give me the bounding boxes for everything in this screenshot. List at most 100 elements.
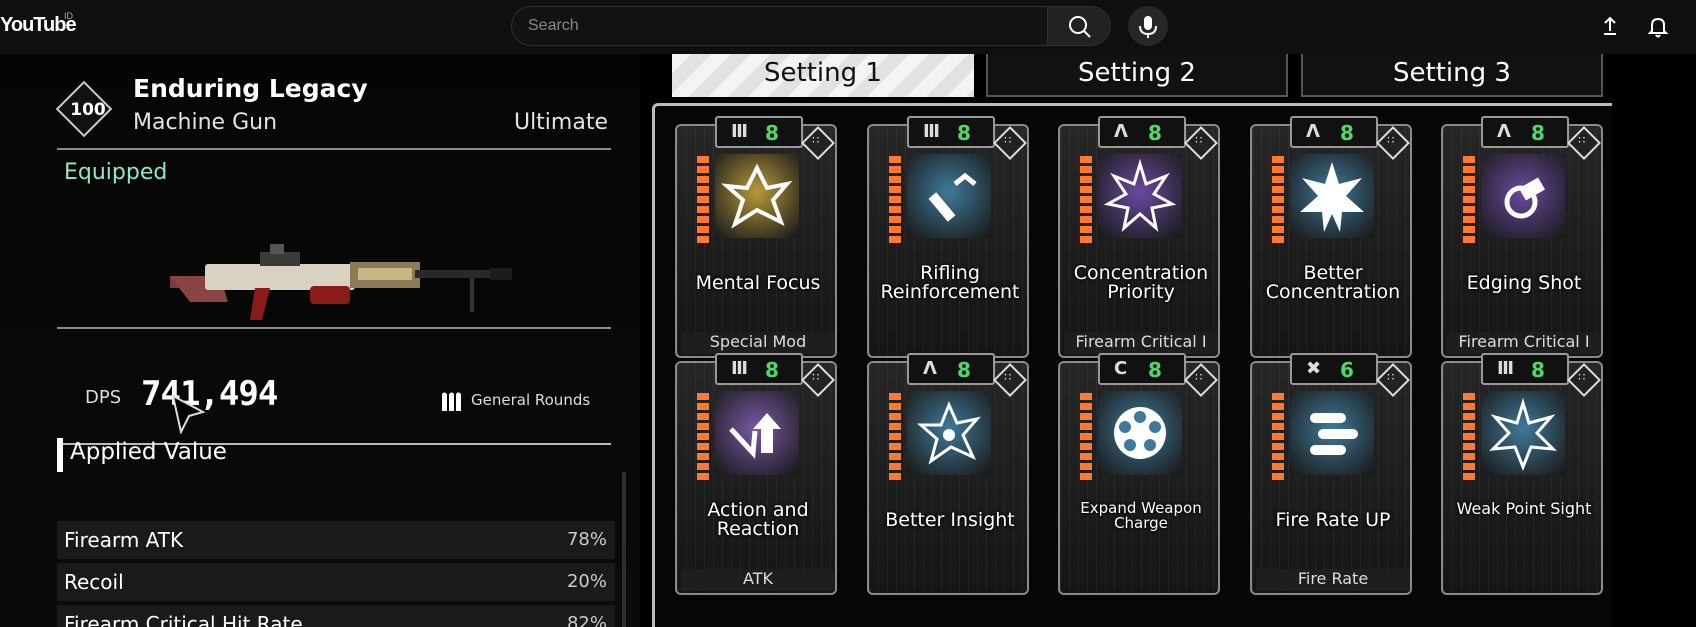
mod-art <box>1481 154 1565 238</box>
notifications-button[interactable] <box>1644 12 1672 40</box>
mod-name: Better Concentration <box>1265 262 1401 303</box>
mod-card[interactable]: Λ 8 ∷ Edging Shot Firearm Critical I <box>1441 116 1603 358</box>
mod-capacity: Λ8 <box>1481 116 1569 148</box>
mod-card[interactable]: Ⅲ 8 ∷ Weak Point Sight <box>1441 353 1603 595</box>
weapon-grade: Ultimate <box>513 110 608 135</box>
mod-name: Concentration Priority <box>1073 262 1209 303</box>
stats-scrollbar[interactable] <box>622 472 626 627</box>
socket-type-icon: ∷ <box>993 126 1027 160</box>
socket-type-icon: ∷ <box>801 363 835 397</box>
mod-art <box>1290 154 1374 238</box>
mod-art <box>715 391 799 475</box>
mod-art <box>1481 391 1565 475</box>
mod-card[interactable]: C 8 ∷ Expand Weapon Charge <box>1058 353 1220 595</box>
stat-label: Firearm ATK <box>64 528 184 552</box>
mod-capacity-value: 8 <box>765 358 779 382</box>
tab-setting-1[interactable]: Setting 1 <box>672 54 974 97</box>
socket-type-icon: ∷ <box>1567 363 1601 397</box>
mod-icon <box>1310 413 1358 455</box>
stat-value: 78% <box>566 529 607 550</box>
mod-capacity-value: 6 <box>1340 358 1354 382</box>
machine-gun-image <box>170 244 512 320</box>
tab-setting-2[interactable]: Setting 2 <box>986 54 1288 97</box>
mod-icon <box>729 413 781 459</box>
stat-value: 20% <box>566 571 607 592</box>
socket-type-icon: ∷ <box>1184 126 1218 160</box>
socket-type-icon: ∷ <box>993 363 1027 397</box>
mod-card[interactable]: Λ 8 ∷ Better Concentration <box>1250 116 1412 358</box>
mod-icon <box>917 401 982 465</box>
stat-row: Firearm Critical Hit Rate 82% <box>57 605 615 627</box>
voice-search-button[interactable] <box>1128 6 1168 46</box>
search-button[interactable] <box>1047 6 1111 46</box>
mod-name: Edging Shot <box>1466 272 1582 294</box>
mod-level-gauge <box>1463 156 1475 244</box>
chevron-icon: Λ <box>1497 121 1511 142</box>
dps-label: DPS <box>85 387 122 408</box>
stat-row: Recoil 20% <box>57 563 615 601</box>
weapon-name: Enduring Legacy <box>133 74 368 103</box>
mouse-cursor-icon <box>171 394 206 434</box>
weapon-panel: 100 Enduring Legacy Machine Gun Ultimate… <box>0 54 640 627</box>
mod-level-gauge <box>1080 156 1092 244</box>
mod-subtype: Fire Rate <box>1256 569 1410 591</box>
mod-name: Expand Weapon Charge <box>1080 499 1202 532</box>
mod-capacity-value: 8 <box>765 121 779 145</box>
mod-card[interactable]: Λ 8 ∷ Better Insight <box>867 353 1029 595</box>
mod-name: Weak Point Sight <box>1456 499 1592 518</box>
mod-name: Mental Focus <box>695 272 821 294</box>
socket-type-icon: ∷ <box>1376 126 1410 160</box>
mod-art <box>1098 154 1182 238</box>
mod-level-gauge <box>1272 393 1284 481</box>
search-input[interactable] <box>528 7 1028 45</box>
mod-capacity-value: 8 <box>1148 358 1162 382</box>
bars-icon: Ⅲ <box>923 121 941 142</box>
section-marker <box>57 438 63 472</box>
mod-card[interactable]: Ⅲ 8 ∷ Mental Focus Special Mod <box>675 116 837 358</box>
mod-art <box>1098 391 1182 475</box>
mod-card[interactable]: Ⅲ 8 ∷ Rifling Reinforcement <box>867 116 1029 358</box>
region-code: ID <box>64 11 73 21</box>
chevron-icon: Λ <box>1306 121 1320 142</box>
mod-capacity: Ⅲ8 <box>715 353 803 385</box>
mod-card[interactable]: ✖ 6 ∷ Fire Rate UP Fire Rate <box>1250 353 1412 595</box>
socket-type-icon: ∷ <box>1567 126 1601 160</box>
mod-icon <box>1103 158 1177 233</box>
applied-value-title: Applied Value <box>70 439 227 465</box>
mod-name: Better Insight <box>885 509 1015 531</box>
mod-icon <box>1504 177 1546 219</box>
mod-icon <box>1489 397 1557 472</box>
mod-capacity: C8 <box>1098 353 1186 385</box>
mod-card[interactable]: Ⅲ 8 ∷ Action and Reaction ATK <box>675 353 837 595</box>
stat-label: Recoil <box>64 570 124 594</box>
mod-level-gauge <box>697 156 709 244</box>
stat-label: Firearm Critical Hit Rate <box>64 612 303 627</box>
c-icon: C <box>1114 358 1128 379</box>
bars-icon: Ⅲ <box>731 358 749 379</box>
mod-capacity-value: 8 <box>1531 121 1545 145</box>
tab-setting-3[interactable]: Setting 3 <box>1301 54 1603 97</box>
mod-capacity: Ⅲ8 <box>907 116 995 148</box>
microphone-icon <box>1139 16 1157 38</box>
bell-icon <box>1647 17 1669 38</box>
mod-art <box>1290 391 1374 475</box>
chevron-icon: Λ <box>923 358 937 379</box>
weapon-type: Machine Gun <box>133 110 278 135</box>
mod-level-gauge <box>697 393 709 481</box>
mod-subtype: Special Mod <box>681 332 835 354</box>
mod-name: Rifling Reinforcement <box>880 262 1020 303</box>
mod-capacity: Ⅲ8 <box>715 116 803 148</box>
mod-card[interactable]: Λ 8 ∷ Concentration Priority Firearm Critica… <box>1058 116 1220 358</box>
search-box <box>511 6 1048 46</box>
bars-icon: Ⅲ <box>1497 358 1515 379</box>
mod-capacity: Λ8 <box>907 353 995 385</box>
equipped-status: Equipped <box>64 160 168 185</box>
bars-icon: Ⅲ <box>731 121 749 142</box>
search-icon <box>1069 16 1091 38</box>
upload-icon <box>1604 16 1616 35</box>
mod-name: Action and Reaction <box>707 499 809 540</box>
mod-capacity-value: 8 <box>1148 121 1162 145</box>
upload-button[interactable] <box>1596 12 1624 40</box>
mod-level-gauge <box>1272 156 1284 244</box>
socket-type-icon: ∷ <box>1184 363 1218 397</box>
